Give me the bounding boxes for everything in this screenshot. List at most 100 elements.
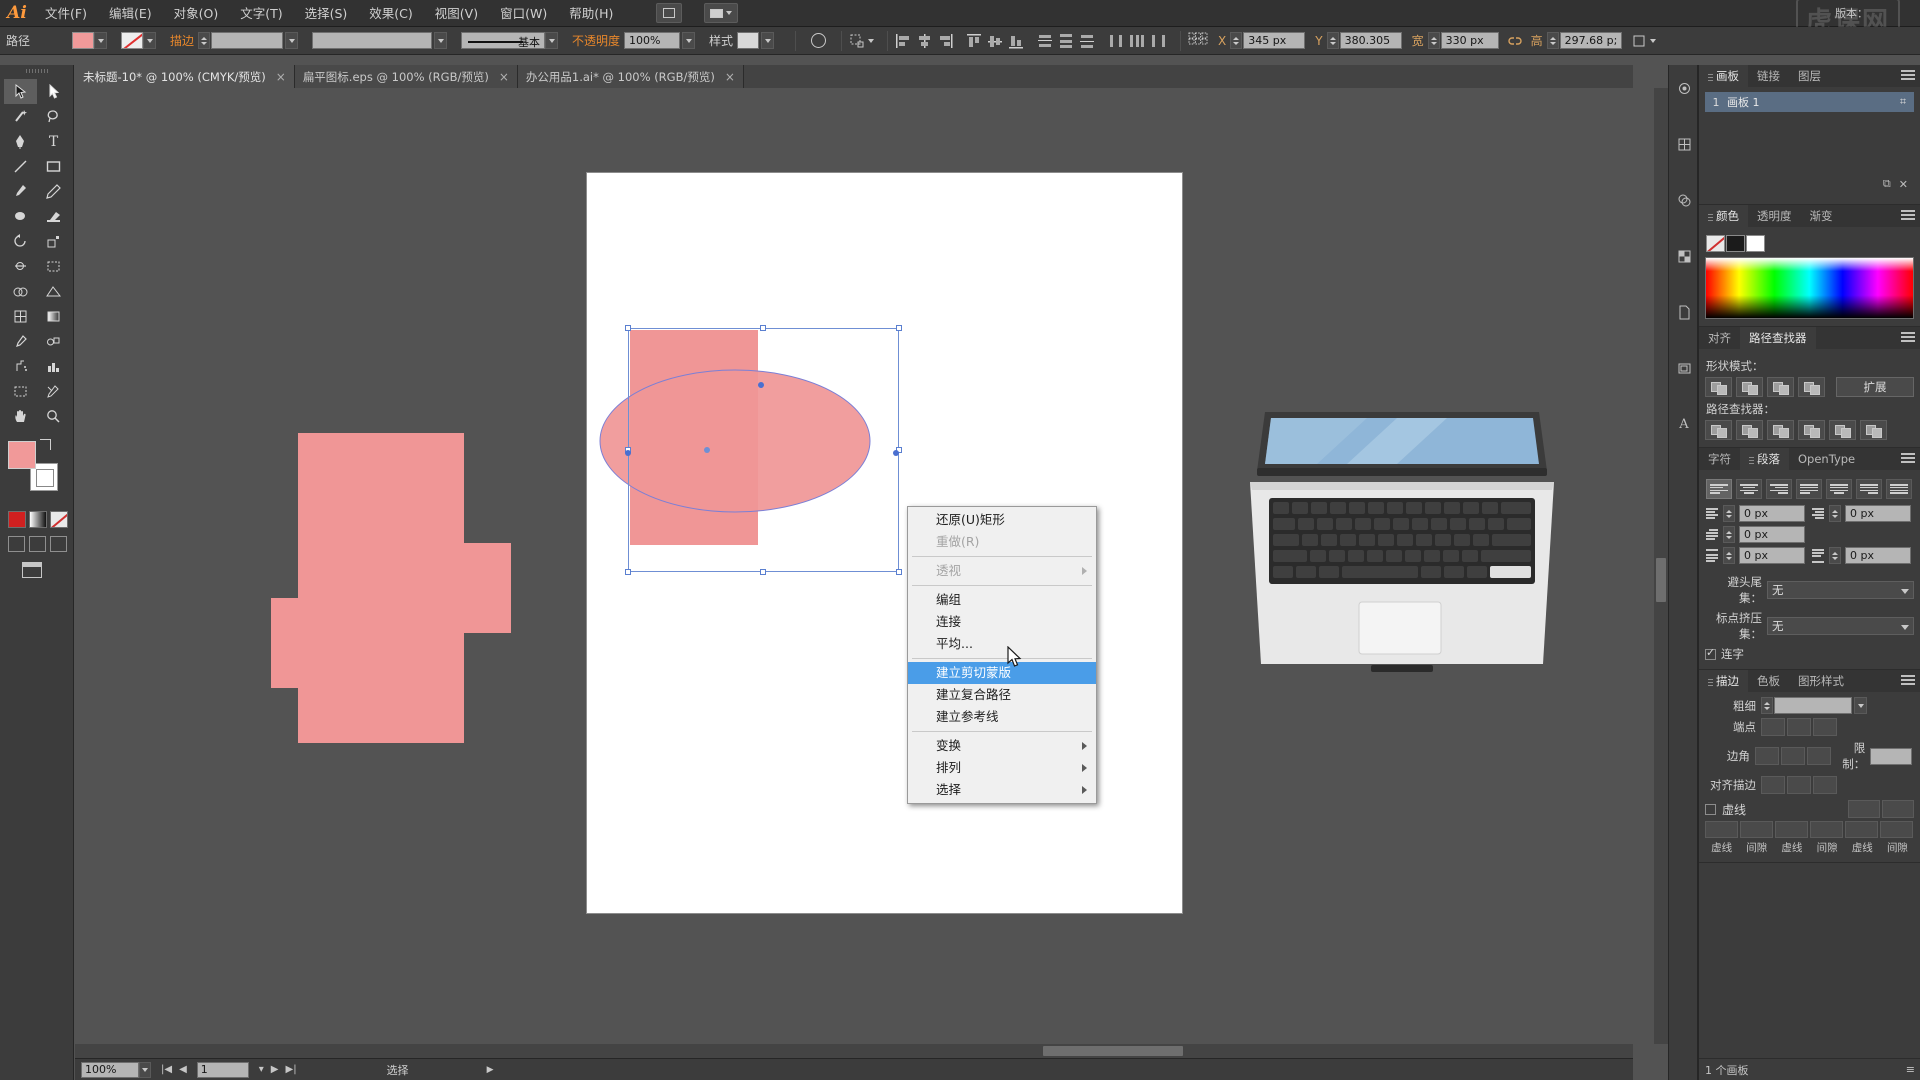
first-page-icon[interactable]: |◀: [161, 1064, 172, 1075]
tab-color[interactable]: 颜色: [1699, 205, 1748, 227]
delete-artboard-icon[interactable]: ✕: [1899, 178, 1908, 191]
rail-typography-icon[interactable]: A: [1669, 409, 1699, 439]
stroke-weight-field[interactable]: [211, 32, 284, 49]
color-black-swatch[interactable]: [1726, 235, 1745, 252]
bridge-icon[interactable]: [656, 3, 683, 23]
gradient-button[interactable]: [29, 511, 47, 528]
stroke-weight-dropdown-icon[interactable]: [285, 32, 299, 49]
artboard-tool[interactable]: [4, 379, 37, 404]
mesh-tool[interactable]: [4, 304, 37, 329]
more-options-icon[interactable]: [1632, 34, 1647, 48]
ctx-join[interactable]: 连接: [908, 611, 1096, 633]
type-tool[interactable]: T: [37, 129, 70, 154]
gradient-tool[interactable]: [37, 304, 70, 329]
indent-left-field[interactable]: 0 px: [1739, 505, 1805, 522]
bbox-handle-tr[interactable]: [896, 325, 902, 331]
expand-button[interactable]: 扩展: [1836, 377, 1914, 397]
round-cap-button[interactable]: [1787, 718, 1811, 736]
justify-left-button[interactable]: [1796, 479, 1822, 499]
stroke-profile-control[interactable]: [312, 32, 453, 49]
document-tab-2[interactable]: 办公用品1.ai* @ 100% (RGB/预览) ×: [517, 65, 744, 88]
context-menu[interactable]: 还原(U)矩形 重做(R) 透视 编组 连接 平均... 建立剪切蒙版 建立复合…: [907, 506, 1097, 804]
justify-right-button[interactable]: [1856, 479, 1882, 499]
dash-field-0[interactable]: [1705, 821, 1738, 838]
artboard-options-icon[interactable]: ⌗: [1892, 95, 1914, 109]
trim-button[interactable]: [1736, 420, 1763, 440]
kinsoku-select[interactable]: 无: [1767, 581, 1914, 599]
opacity-label[interactable]: 不透明度: [572, 32, 620, 49]
panel-menu-icon[interactable]: [1901, 675, 1915, 687]
fill-color-indicator[interactable]: [8, 441, 36, 469]
stroke-profile-field[interactable]: [312, 32, 433, 49]
ellipse-anchor-right[interactable]: [893, 450, 899, 456]
stroke-weight-stepper[interactable]: [198, 32, 211, 49]
panel-menu-icon[interactable]: [1901, 70, 1915, 82]
pencil-tool[interactable]: [37, 179, 70, 204]
tab-links[interactable]: 链接: [1748, 65, 1789, 87]
pen-tool[interactable]: [4, 129, 37, 154]
x-field[interactable]: 345 px: [1243, 32, 1306, 49]
color-none-swatch[interactable]: [1706, 235, 1725, 252]
document-tab-1[interactable]: 扁平图标.eps @ 100% (RGB/预览) ×: [294, 65, 518, 88]
artboard-row-0[interactable]: 1 画板 1 ⌗: [1705, 92, 1914, 112]
stroke-color-control[interactable]: [121, 32, 162, 49]
menu-file[interactable]: 文件(F): [34, 0, 98, 27]
document-tab-0[interactable]: 未标题-10* @ 100% (CMYK/预览) ×: [75, 65, 295, 88]
tab-layers[interactable]: 图层: [1789, 65, 1830, 87]
ctx-make-clipping-mask[interactable]: 建立剪切蒙版: [908, 662, 1096, 684]
bbox-handle-tl[interactable]: [625, 325, 631, 331]
graphic-style-dropdown-icon[interactable]: [761, 32, 775, 49]
space-after-stepper[interactable]: [1829, 547, 1841, 564]
rail-appearance-icon[interactable]: [1669, 185, 1699, 215]
dashed-line-checkbox[interactable]: [1705, 803, 1716, 815]
align-bottom-icon[interactable]: [1008, 33, 1025, 49]
rail-navigator-icon[interactable]: [1669, 353, 1699, 383]
tab-opentype[interactable]: OpenType: [1789, 448, 1865, 470]
bbox-handle-tc[interactable]: [760, 325, 766, 331]
space-before-field[interactable]: 0 px: [1739, 547, 1805, 564]
bbox-handle-bl[interactable]: [625, 569, 631, 575]
fill-color-control[interactable]: [72, 32, 113, 49]
indent-first-stepper[interactable]: [1723, 526, 1735, 543]
recolor-artwork-icon[interactable]: [811, 33, 827, 48]
distribute-top-icon[interactable]: [1037, 33, 1054, 49]
align-stroke-center-button[interactable]: [1761, 776, 1785, 794]
magic-wand-tool[interactable]: [4, 104, 37, 129]
zoom-level-field[interactable]: 100%: [81, 1061, 139, 1078]
direct-selection-tool[interactable]: [37, 79, 70, 104]
tab-artboards[interactable]: 画板: [1699, 65, 1748, 87]
bevel-join-button[interactable]: [1806, 747, 1831, 765]
page-number-field[interactable]: 1: [196, 1061, 249, 1078]
justify-center-button[interactable]: [1826, 479, 1852, 499]
laptop-illustration[interactable]: [1247, 406, 1557, 681]
intersect-button[interactable]: [1767, 377, 1794, 397]
align-stroke-outside-button[interactable]: [1813, 776, 1837, 794]
arrange-documents-icon[interactable]: [704, 3, 739, 23]
projecting-cap-button[interactable]: [1813, 718, 1837, 736]
stroke-weight-panel-stepper[interactable]: [1761, 697, 1773, 714]
align-center-horizontal-icon[interactable]: [916, 33, 933, 49]
justify-all-button[interactable]: [1886, 479, 1912, 499]
screen-mode-button[interactable]: [0, 562, 73, 578]
rail-transparency-icon[interactable]: [1669, 241, 1699, 271]
rectangle-tool[interactable]: [37, 154, 70, 179]
stroke-weight-panel-dropdown-icon[interactable]: [1854, 697, 1867, 714]
scale-tool[interactable]: [37, 229, 70, 254]
menu-type[interactable]: 文字(T): [229, 0, 293, 27]
paintbrush-tool[interactable]: [4, 179, 37, 204]
ellipse-anchor-left[interactable]: [625, 450, 631, 456]
lasso-tool[interactable]: [37, 104, 70, 129]
brush-definition-control[interactable]: 基本: [461, 32, 564, 49]
panel-menu-icon[interactable]: [1901, 210, 1915, 222]
dash-field-3[interactable]: [1810, 821, 1843, 838]
align-left-button[interactable]: [1706, 479, 1732, 499]
height-stepper[interactable]: [1546, 32, 1559, 49]
x-stepper[interactable]: [1230, 32, 1243, 49]
graphic-style-swatch[interactable]: [737, 32, 760, 49]
space-before-stepper[interactable]: [1723, 547, 1735, 564]
width-tool[interactable]: [4, 254, 37, 279]
free-transform-tool[interactable]: [37, 254, 70, 279]
opacity-field[interactable]: 100%: [624, 32, 681, 49]
hyphenate-checkbox[interactable]: [1705, 646, 1716, 660]
draw-inside-icon[interactable]: [50, 536, 67, 552]
